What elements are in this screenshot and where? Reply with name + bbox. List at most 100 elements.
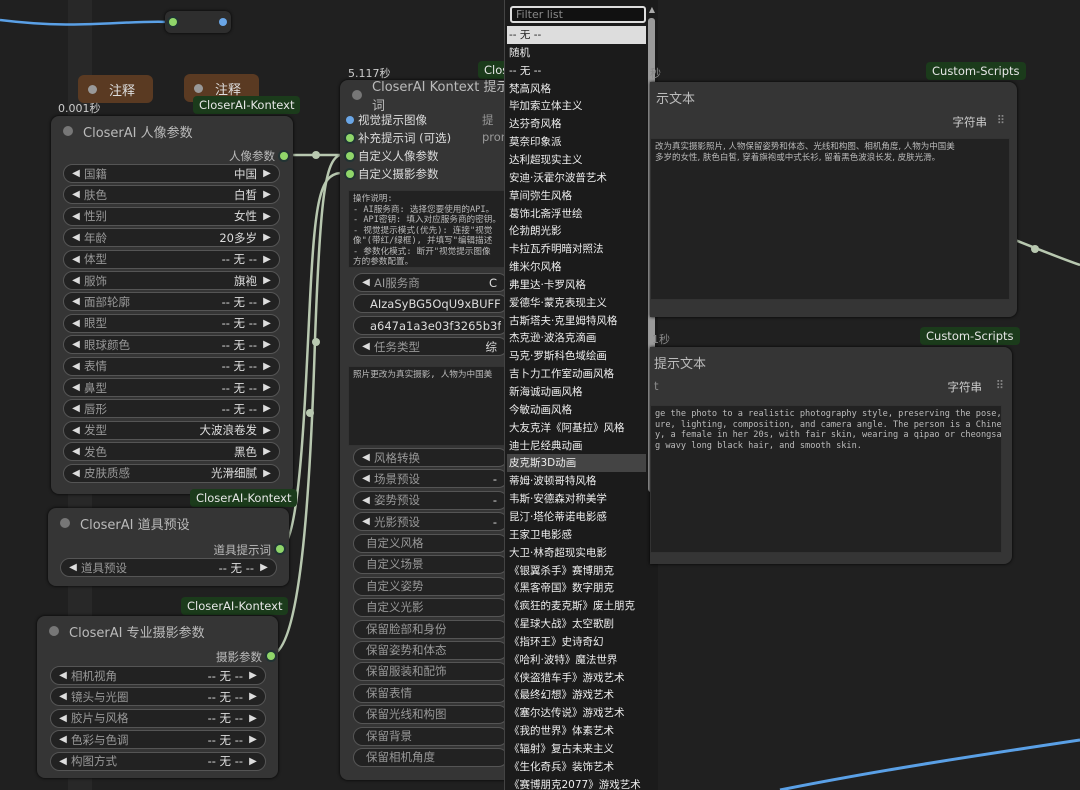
arrow-right-icon[interactable]: ▶ [261, 232, 273, 243]
arrow-left-icon[interactable]: ◀ [57, 756, 69, 767]
combo-widget[interactable]: ◀ 唇形 -- 无 -- ▶ [63, 399, 280, 419]
style-combo-widget[interactable]: ◀ 光影预设 - [353, 512, 508, 532]
note-node[interactable]: 注释 [78, 75, 153, 103]
reroute-output-slot[interactable] [219, 18, 227, 26]
dropdown-option[interactable]: 昆汀·塔伦蒂诺电影感 [507, 508, 646, 526]
arrow-right-icon[interactable]: ▶ [261, 468, 273, 479]
dropdown-option[interactable]: 王家卫电影感 [507, 526, 646, 544]
combo-widget[interactable]: ◀ 眼球颜色 -- 无 -- ▶ [63, 335, 280, 355]
dropdown-option[interactable]: 吉卜力工作室动画风格 [507, 365, 646, 383]
dropdown-option[interactable]: 弗里达·卡罗风格 [507, 276, 646, 294]
output-textarea[interactable]: 改为真实摄影照片, 人物保留姿势和体态、光线和构图、相机角度, 人物为中国美 多… [650, 138, 1010, 300]
ai-provider-combo[interactable]: ◀ AI服务商 C [353, 273, 508, 292]
dropdown-option[interactable]: 《黑客帝国》数字朋克 [507, 579, 646, 597]
collapse-dot-icon[interactable] [352, 90, 362, 100]
arrow-right-icon[interactable]: ▶ [261, 168, 273, 179]
arrow-right-icon[interactable]: ▶ [261, 361, 273, 372]
combo-widget[interactable]: ◀ 表情 -- 无 -- ▶ [63, 356, 280, 376]
arrow-left-icon[interactable]: ◀ [70, 468, 82, 479]
dropdown-option[interactable]: 《我的世界》体素艺术 [507, 722, 646, 740]
arrow-right-icon[interactable]: ▶ [261, 189, 273, 200]
arrow-left-icon[interactable]: ◀ [70, 382, 82, 393]
toggle-button[interactable]: 保留服装和配饰 [353, 662, 508, 682]
dropdown-option[interactable]: 莫奈印象派 [507, 133, 646, 151]
dropdown-option[interactable]: 今敏动画风格 [507, 401, 646, 419]
arrow-left-icon[interactable]: ◀ [70, 361, 82, 372]
arrow-left-icon[interactable]: ◀ [70, 318, 82, 329]
arrow-right-icon[interactable]: ▶ [261, 296, 273, 307]
dropdown-option[interactable]: 迪士尼经典动画 [507, 437, 646, 455]
arrow-right-icon[interactable]: ▶ [247, 670, 259, 681]
arrow-right-icon[interactable]: ▶ [261, 382, 273, 393]
dropdown-option[interactable]: 皮克斯3D动画 [507, 454, 646, 473]
reroute-node[interactable] [165, 11, 231, 33]
collapse-dot-icon[interactable] [88, 84, 97, 94]
dropdown-option[interactable]: 杰克逊·波洛克滴画 [507, 329, 646, 347]
arrow-right-icon[interactable]: ▶ [261, 425, 273, 436]
output-slot[interactable] [267, 652, 275, 660]
toggle-button[interactable]: 保留背景 [353, 726, 508, 746]
grid-handle-icon[interactable]: ⠿ [997, 113, 1005, 127]
dropdown-option[interactable]: 《哈利·波特》魔法世界 [507, 651, 646, 669]
grid-handle-icon[interactable]: ⠿ [996, 378, 1004, 392]
arrow-right-icon[interactable]: ▶ [258, 562, 270, 573]
dropdown-option[interactable]: 《指环王》史诗奇幻 [507, 633, 646, 651]
toggle-button[interactable]: 保留脸部和身份 [353, 619, 508, 639]
combo-dropdown-menu[interactable]: Filter list ▲ -- 无 -- 随机 -- 无 -- 梵高风格 毕加索立体主… [504, 0, 658, 790]
arrow-right-icon[interactable]: ▶ [247, 691, 259, 702]
input-slot[interactable] [346, 170, 354, 178]
dropdown-option[interactable]: 草间弥生风格 [507, 187, 646, 205]
dropdown-option[interactable]: 伦勃朗光影 [507, 222, 646, 240]
output-textarea[interactable]: ge the photo to a realistic photography … [650, 405, 1002, 553]
combo-widget[interactable]: ◀ 性别 女性 ▶ [63, 206, 280, 226]
input-slot[interactable] [346, 116, 354, 124]
props-preset-node[interactable]: CloserAI 道具预设 道具提示词 ◀ 道具预设 -- 无 -- ▶ [48, 508, 289, 586]
combo-widget[interactable]: ◀ 服饰 旗袍 ▶ [63, 271, 280, 290]
toggle-button[interactable]: 自定义光影 [353, 598, 508, 618]
dropdown-option[interactable]: 《最终幻想》游戏艺术 [507, 686, 646, 704]
dropdown-option[interactable]: 大友克洋《阿基拉》风格 [507, 419, 646, 437]
toggle-button[interactable]: 保留相机角度 [353, 748, 508, 767]
arrow-right-icon[interactable]: ▶ [261, 318, 273, 329]
dropdown-option[interactable]: 葛饰北斋浮世绘 [507, 205, 646, 223]
toggle-button[interactable]: 保留表情 [353, 683, 508, 703]
combo-widget[interactable]: ◀ 面部轮廓 -- 无 -- ▶ [63, 292, 280, 312]
input-slot[interactable] [346, 134, 354, 142]
combo-widget[interactable]: ◀ 体型 -- 无 -- ▶ [63, 249, 280, 269]
arrow-left-icon[interactable]: ◀ [57, 713, 69, 724]
dropdown-option[interactable]: 维米尔风格 [507, 258, 646, 276]
style-combo-widget[interactable]: ◀ 姿势预设 - [353, 490, 508, 510]
dropdown-option[interactable]: -- 无 -- [507, 62, 646, 80]
arrow-left-icon[interactable]: ◀ [360, 516, 372, 527]
dropdown-option[interactable]: 《辐射》复古未来主义 [507, 740, 646, 758]
instructions-textarea[interactable]: 操作说明: - AI服务商: 选择您要使用的API。 - API密钥: 填入对应… [348, 190, 508, 268]
scroll-up-arrow-icon[interactable]: ▲ [649, 5, 655, 14]
style-combo-widget[interactable]: ◀ 风格转换 [353, 448, 508, 467]
arrow-left-icon[interactable]: ◀ [70, 168, 82, 179]
arrow-left-icon[interactable]: ◀ [57, 691, 69, 702]
dropdown-option[interactable]: 卡拉瓦乔明暗对照法 [507, 240, 646, 258]
dropdown-option[interactable]: 新海诚动画风格 [507, 383, 646, 401]
arrow-left-icon[interactable]: ◀ [70, 275, 82, 286]
combo-widget[interactable]: ◀ 肤色 白皙 ▶ [63, 185, 280, 205]
arrow-left-icon[interactable]: ◀ [70, 446, 82, 457]
show-text-node[interactable]: 示文本 字符串 ⠿ 改为真实摄影照片, 人物保留姿势和体态、光线和构图、相机角度… [650, 82, 1017, 317]
arrow-right-icon[interactable]: ▶ [261, 275, 273, 286]
dropdown-option[interactable]: 大卫·林奇超现实电影 [507, 544, 646, 562]
arrow-left-icon[interactable]: ◀ [57, 670, 69, 681]
filter-list-input[interactable]: Filter list [510, 6, 646, 23]
combo-widget[interactable]: ◀ 相机视角 -- 无 -- ▶ [50, 666, 266, 685]
dropdown-option[interactable]: 随机 [507, 44, 646, 62]
task-type-combo[interactable]: ◀ 任务类型 综 [353, 337, 508, 356]
dropdown-option[interactable]: 《侠盗猎车手》游戏艺术 [507, 669, 646, 687]
arrow-left-icon[interactable]: ◀ [360, 495, 372, 506]
toggle-button[interactable]: 自定义姿势 [353, 576, 508, 596]
combo-widget[interactable]: ◀ 道具预设 -- 无 -- ▶ [60, 558, 277, 577]
arrow-left-icon[interactable]: ◀ [70, 211, 82, 222]
dropdown-option[interactable]: 《星球大战》太空歌剧 [507, 615, 646, 633]
dropdown-option[interactable]: 《赛博朋克2077》游戏艺术 [507, 776, 646, 790]
dropdown-option[interactable]: 毕加索立体主义 [507, 97, 646, 115]
dropdown-option[interactable]: 达芬奇风格 [507, 115, 646, 133]
combo-widget[interactable]: ◀ 国籍 中国 ▶ [63, 164, 280, 183]
arrow-left-icon[interactable]: ◀ [70, 296, 82, 307]
